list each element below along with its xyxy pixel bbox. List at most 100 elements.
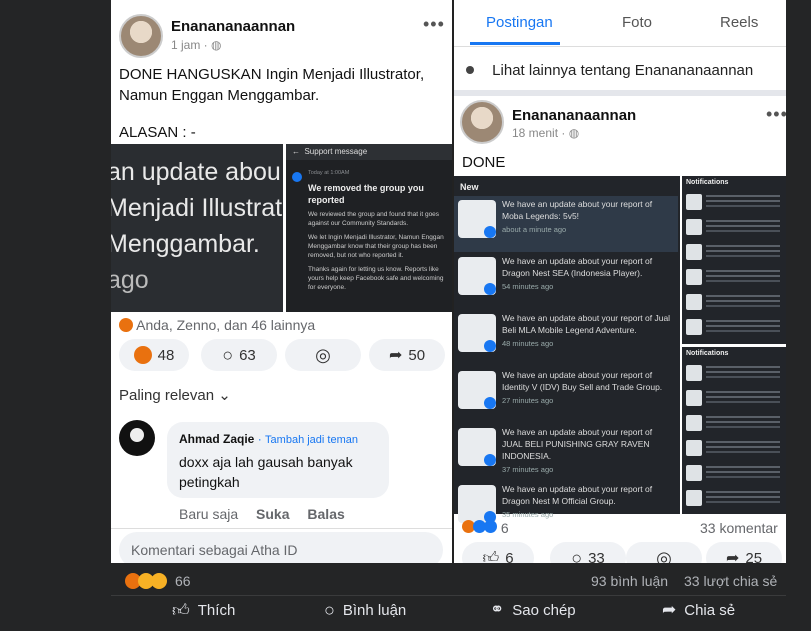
- share-icon: ➦: [725, 550, 740, 563]
- notification-text: We have an update about your report of J…: [502, 313, 671, 335]
- right-background: [786, 0, 811, 631]
- host-like-button[interactable]: 👍︎ Thích: [172, 600, 235, 621]
- share-icon: ➦: [388, 347, 403, 364]
- like-button[interactable]: 👍︎ 6: [462, 542, 534, 563]
- comments-count[interactable]: 33 komentar: [700, 520, 778, 536]
- notification-item: We have an update about your report of D…: [454, 253, 678, 309]
- react-button[interactable]: 48: [119, 339, 189, 371]
- tab-reels[interactable]: Reels: [720, 14, 758, 31]
- see-more-about[interactable]: Lihat lainnya tentang Enanananaannan: [466, 62, 753, 79]
- notifications-screen: New We have an update about your report …: [454, 176, 680, 523]
- mini-text-lines: [706, 366, 780, 368]
- reactions-summary[interactable]: Anda, Zenno, dan 46 lainnya: [119, 317, 315, 333]
- mini-text-lines: [706, 416, 780, 418]
- comment-icon: ○: [571, 547, 583, 564]
- active-tab-indicator: [470, 42, 560, 45]
- post-time[interactable]: 1 jam: [171, 38, 200, 52]
- mini-thumbnail: [686, 244, 702, 260]
- notification-item: We have an update about your report of J…: [454, 310, 678, 366]
- share-button[interactable]: ➦ 25: [706, 542, 782, 563]
- mini-text-lines: [706, 220, 780, 222]
- sad-reaction-icon: [151, 573, 167, 589]
- notification-text: We have an update about your report of M…: [502, 199, 653, 221]
- facebook-icon: [484, 226, 496, 238]
- left-background: [0, 0, 111, 631]
- sort-comments-dropdown[interactable]: Paling relevan ⌄: [119, 386, 231, 404]
- comment-like-link[interactable]: Suka: [256, 506, 289, 522]
- host-shares-count[interactable]: 33 lượt chia sẻ: [684, 573, 777, 589]
- whatsapp-share-button[interactable]: ◎: [285, 339, 361, 371]
- mini-notification-item: [686, 488, 782, 514]
- mini-text-lines: [706, 195, 780, 197]
- host-share-button[interactable]: ➦ Chia sẻ: [662, 600, 735, 620]
- whatsapp-share-button[interactable]: ◎: [626, 542, 702, 563]
- facebook-icon: [484, 454, 496, 466]
- comment-bubble: Ahmad Zaqie · Tambah jadi teman doxx aja…: [167, 422, 389, 498]
- comment-time: Baru saja: [179, 506, 239, 522]
- image-text: an update abou: [111, 158, 281, 186]
- commenter-avatar[interactable]: [119, 420, 155, 456]
- angry-reaction-icon: [119, 318, 133, 332]
- notification-item: We have an update about your report of J…: [454, 424, 678, 480]
- mini-notification-item: [686, 192, 782, 218]
- mini-thumbnail: [686, 415, 702, 431]
- facebook-icon: [484, 283, 496, 295]
- host-copy-button[interactable]: ⚭ Sao chép: [490, 600, 576, 620]
- tab-postingan[interactable]: Postingan: [486, 14, 553, 31]
- comment-button[interactable]: ○ 33: [550, 542, 626, 563]
- post-meta: 18 menit · ◍: [512, 126, 580, 140]
- mini-text-lines: [706, 320, 780, 322]
- add-friend-link[interactable]: Tambah jadi teman: [265, 434, 358, 446]
- mini-notification-item: [686, 463, 782, 489]
- mini-header: Notifications: [686, 179, 729, 186]
- post-image[interactable]: an update abou Menjadi Illustrat Menggam…: [111, 144, 452, 312]
- reactions-summary[interactable]: 6: [462, 520, 509, 536]
- post-text: DONE: [462, 154, 506, 171]
- mini-text-lines: [706, 441, 780, 443]
- comment-icon: ○: [222, 344, 234, 365]
- comment-button[interactable]: ○ 63: [201, 339, 277, 371]
- mini-notification-item: [686, 292, 782, 318]
- tab-foto[interactable]: Foto: [622, 14, 652, 31]
- post-text-line: ALASAN : -: [119, 124, 196, 141]
- mini-thumbnail: [686, 490, 702, 506]
- comment-icon: ○: [324, 600, 335, 620]
- support-body: We reviewed the group and found that it …: [308, 211, 444, 291]
- share-icon: ➦: [662, 600, 677, 619]
- like-icon: 👍︎: [172, 601, 190, 620]
- post-author[interactable]: Enanananaannan: [171, 18, 295, 35]
- comment-reply-link[interactable]: Balas: [307, 506, 344, 522]
- mini-thumbnail: [686, 465, 702, 481]
- notification-text: We have an update about your report of D…: [502, 256, 653, 278]
- like-icon: 👍︎: [482, 549, 500, 564]
- notification-item: We have an update about your report of M…: [454, 196, 678, 252]
- back-arrow-icon: ←: [292, 147, 300, 156]
- post-meta: 1 jam · ◍: [171, 38, 222, 52]
- mini-text-lines: [706, 270, 780, 272]
- post-author[interactable]: Enanananaannan: [512, 107, 636, 124]
- host-reactions-summary[interactable]: 66: [125, 573, 191, 589]
- host-comment-button[interactable]: ○ Bình luận: [324, 600, 406, 621]
- mini-text-lines: [706, 466, 780, 468]
- share-button[interactable]: ➦ 50: [369, 339, 445, 371]
- mini-thumbnail: [686, 390, 702, 406]
- author-avatar[interactable]: [460, 100, 504, 144]
- comment-input[interactable]: Komentari sebagai Atha ID: [119, 532, 443, 563]
- post-image[interactable]: New We have an update about your report …: [454, 176, 786, 523]
- mini-text-lines: [706, 295, 780, 297]
- globe-icon: ◍: [211, 38, 222, 52]
- author-avatar[interactable]: [119, 14, 163, 58]
- post-time[interactable]: 18 menit: [512, 126, 558, 140]
- more-options-icon[interactable]: •••: [423, 14, 445, 35]
- host-comments-count[interactable]: 93 bình luận: [591, 573, 668, 589]
- left-post-screenshot: Enanananaannan 1 jam · ◍ ••• DONE HANGUS…: [111, 0, 452, 563]
- more-options-icon[interactable]: •••: [766, 104, 786, 125]
- mini-thumbnail: [686, 269, 702, 285]
- comment-author[interactable]: Ahmad Zaqie: [179, 432, 254, 446]
- notification-text: We have an update about your report of I…: [502, 370, 663, 392]
- support-title: We removed the group you reported: [308, 183, 424, 205]
- notification-time: about a minute ago: [502, 225, 567, 234]
- support-header: ← Support message: [292, 147, 368, 156]
- mini-notification-item: [686, 217, 782, 243]
- mini-notifications-1: Notifications: [682, 176, 786, 344]
